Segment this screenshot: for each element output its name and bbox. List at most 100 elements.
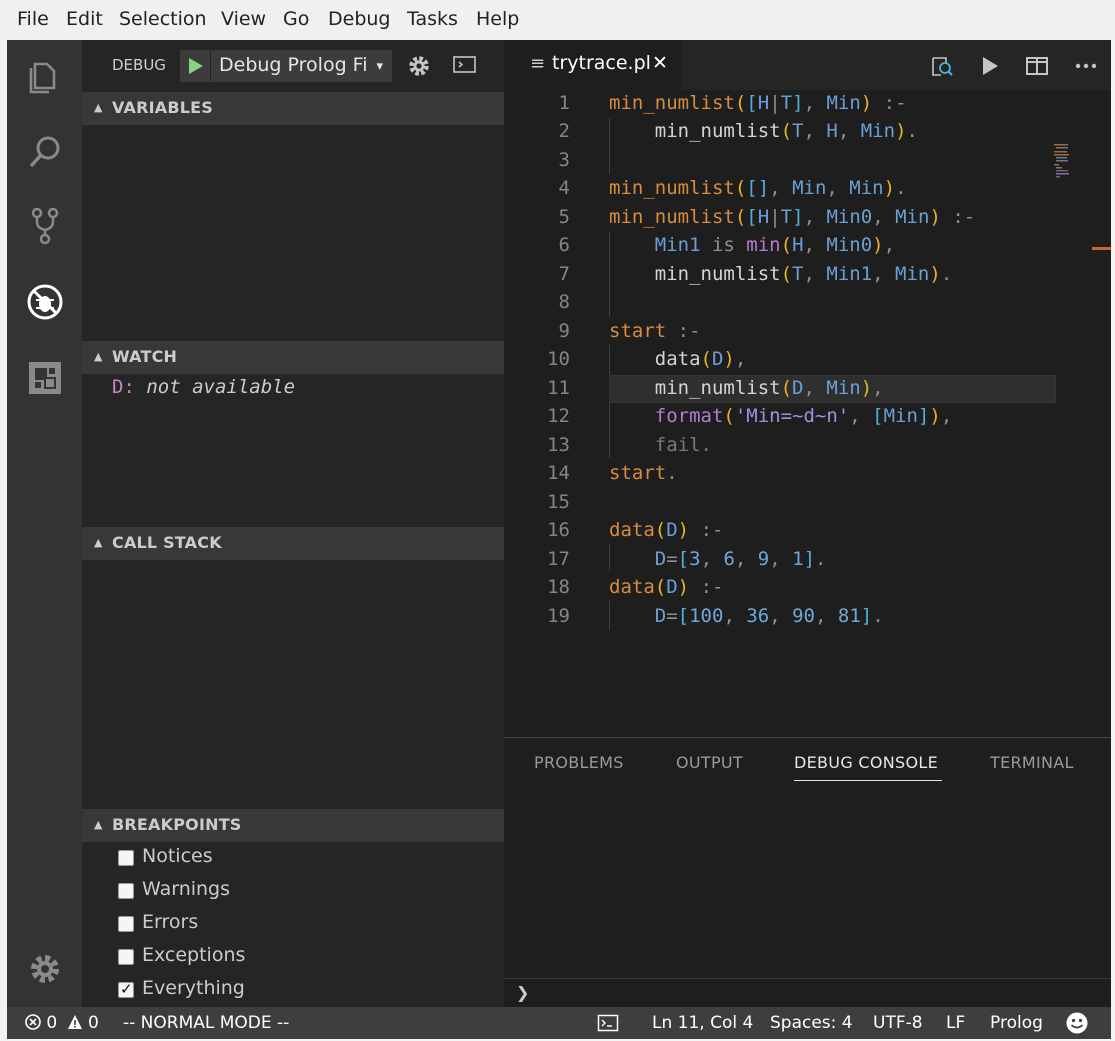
- line-source: start :-: [609, 320, 701, 342]
- menu-bar: File Edit Selection View Go Debug Tasks …: [0, 0, 1115, 40]
- breakpoints-section-header[interactable]: ▲ BREAKPOINTS: [82, 809, 504, 842]
- code-editor[interactable]: 1 min_numlist([H|T], Min) :- 2 min_numlis…: [504, 90, 1111, 737]
- line-number: 13: [547, 434, 570, 456]
- language-mode[interactable]: Prolog: [990, 1013, 1043, 1033]
- active-tab-indicator: [794, 780, 942, 781]
- line-number: 10: [547, 348, 570, 370]
- code-line: 14 start.: [504, 460, 1111, 488]
- watch-expression[interactable]: D: not available: [112, 376, 295, 398]
- debug-configuration-select[interactable]: Debug Prolog Fi ▾: [180, 50, 392, 82]
- breakpoint-warnings[interactable]: Warnings: [118, 877, 418, 905]
- breakpoints-title: BREAKPOINTS: [112, 815, 242, 834]
- explorer-icon[interactable]: [25, 56, 65, 96]
- breakpoint-checkbox[interactable]: [118, 850, 134, 866]
- terminal-icon[interactable]: [597, 1014, 619, 1037]
- code-line: 3: [504, 147, 1111, 175]
- variables-section-header[interactable]: ▲ VARIABLES: [82, 92, 504, 125]
- tab-terminal[interactable]: TERMINAL: [990, 753, 1074, 772]
- error-count: 0: [46, 1013, 58, 1033]
- indentation[interactable]: Spaces: 4: [770, 1013, 853, 1033]
- close-icon[interactable]: ✕: [652, 52, 668, 74]
- line-number: 19: [547, 605, 570, 627]
- minimap[interactable]: [1054, 142, 1084, 182]
- menu-view[interactable]: View: [221, 8, 266, 30]
- line-source: min_numlist(T, H, Min).: [609, 120, 918, 142]
- search-icon[interactable]: [25, 132, 65, 172]
- menu-selection[interactable]: Selection: [119, 8, 207, 30]
- menu-debug[interactable]: Debug: [328, 8, 390, 30]
- code-line: 4 min_numlist([], Min, Min).: [504, 175, 1111, 203]
- source-control-icon[interactable]: [25, 206, 65, 246]
- chevron-right-icon: ❯: [516, 983, 530, 1002]
- line-source: data(D) :-: [609, 576, 724, 598]
- call-stack-title: CALL STACK: [112, 533, 222, 552]
- watch-title: WATCH: [112, 347, 178, 366]
- configuration-name: Debug Prolog Fi: [219, 54, 368, 76]
- line-source: format('Min=~d~n', [Min]),: [609, 405, 953, 427]
- open-launch-json-gear-icon[interactable]: [406, 53, 432, 79]
- checkmark-icon: ✓: [120, 980, 133, 998]
- line-source: min_numlist([H|T], Min) :-: [609, 92, 907, 114]
- collapse-triangle-icon: ▲: [94, 818, 103, 831]
- line-source: Min1 is min(H, Min0),: [609, 234, 896, 256]
- breakpoint-checkbox[interactable]: [118, 916, 134, 932]
- breakpoint-notices[interactable]: Notices: [118, 844, 418, 872]
- breakpoint-errors[interactable]: Errors: [118, 910, 418, 938]
- cursor-position[interactable]: Ln 11, Col 4: [652, 1013, 753, 1033]
- end-of-line[interactable]: LF: [946, 1013, 965, 1033]
- encoding[interactable]: UTF-8: [873, 1013, 923, 1033]
- status-bar: 0 0 -- NORMAL MODE -- Ln 11, Col 4 Space…: [7, 1007, 1111, 1039]
- collapse-triangle-icon: ▲: [94, 101, 103, 114]
- menu-help[interactable]: Help: [476, 8, 519, 30]
- breakpoint-exceptions[interactable]: Exceptions: [118, 943, 418, 971]
- line-source: start.: [609, 462, 678, 484]
- run-play-icon[interactable]: [978, 54, 1002, 78]
- breakpoint-label: Everything: [142, 977, 245, 999]
- breakpoint-checkbox-checked[interactable]: ✓: [118, 980, 134, 998]
- scrollbar-position-marker: [1092, 247, 1111, 250]
- code-line: 2 min_numlist(T, H, Min).: [504, 118, 1111, 146]
- watch-expression-name: D:: [112, 376, 135, 398]
- breakpoint-everything[interactable]: ✓ Everything: [118, 976, 418, 1004]
- warning-icon: [67, 1015, 82, 1029]
- menu-file[interactable]: File: [17, 8, 49, 30]
- debug-console-icon[interactable]: [452, 54, 478, 80]
- line-number: 17: [547, 548, 570, 570]
- watch-section-header[interactable]: ▲ WATCH: [82, 341, 504, 374]
- debug-title: DEBUG: [112, 56, 166, 74]
- warning-count: 0: [88, 1013, 99, 1033]
- activity-bar: [7, 40, 82, 1007]
- vim-mode: -- NORMAL MODE --: [123, 1013, 290, 1033]
- line-source: D=[100, 36, 90, 81].: [609, 605, 884, 627]
- variables-title: VARIABLES: [112, 98, 213, 117]
- breakpoint-checkbox[interactable]: [118, 883, 134, 899]
- tab-output[interactable]: OUTPUT: [676, 753, 743, 772]
- problems-status[interactable]: 0 0: [25, 1013, 99, 1033]
- more-actions-icon[interactable]: [1074, 54, 1098, 78]
- line-number: 9: [558, 320, 570, 342]
- open-preview-search-icon[interactable]: [930, 54, 954, 78]
- menu-edit[interactable]: Edit: [66, 8, 103, 30]
- start-debugging-button[interactable]: [181, 51, 211, 81]
- code-line: 18 data(D) :-: [504, 574, 1111, 602]
- debug-icon[interactable]: [25, 282, 65, 322]
- menu-go[interactable]: Go: [283, 8, 309, 30]
- debug-console-input[interactable]: ❯: [504, 978, 1111, 1008]
- collapse-triangle-icon: ▲: [94, 350, 103, 363]
- settings-gear-icon[interactable]: [25, 949, 65, 989]
- tab-debug-console[interactable]: DEBUG CONSOLE: [794, 753, 938, 772]
- code-line: 6 Min1 is min(H, Min0),: [504, 232, 1111, 260]
- bottom-panel: PROBLEMS OUTPUT DEBUG CONSOLE TERMINAL ❯: [504, 737, 1111, 1007]
- line-source: min_numlist(D, Min),: [609, 377, 884, 399]
- breakpoint-checkbox[interactable]: [118, 949, 134, 965]
- tab-problems[interactable]: PROBLEMS: [534, 753, 624, 772]
- line-number: 6: [558, 234, 570, 256]
- editor-tab[interactable]: ≡ trytrace.pl ✕: [504, 40, 682, 90]
- feedback-smiley-icon[interactable]: [1065, 1011, 1089, 1040]
- code-line: 10 data(D),: [504, 346, 1111, 374]
- extensions-icon[interactable]: [25, 358, 65, 398]
- split-editor-icon[interactable]: [1025, 54, 1049, 78]
- call-stack-section-header[interactable]: ▲ CALL STACK: [82, 527, 504, 560]
- error-icon: [25, 1014, 41, 1030]
- menu-tasks[interactable]: Tasks: [407, 8, 458, 30]
